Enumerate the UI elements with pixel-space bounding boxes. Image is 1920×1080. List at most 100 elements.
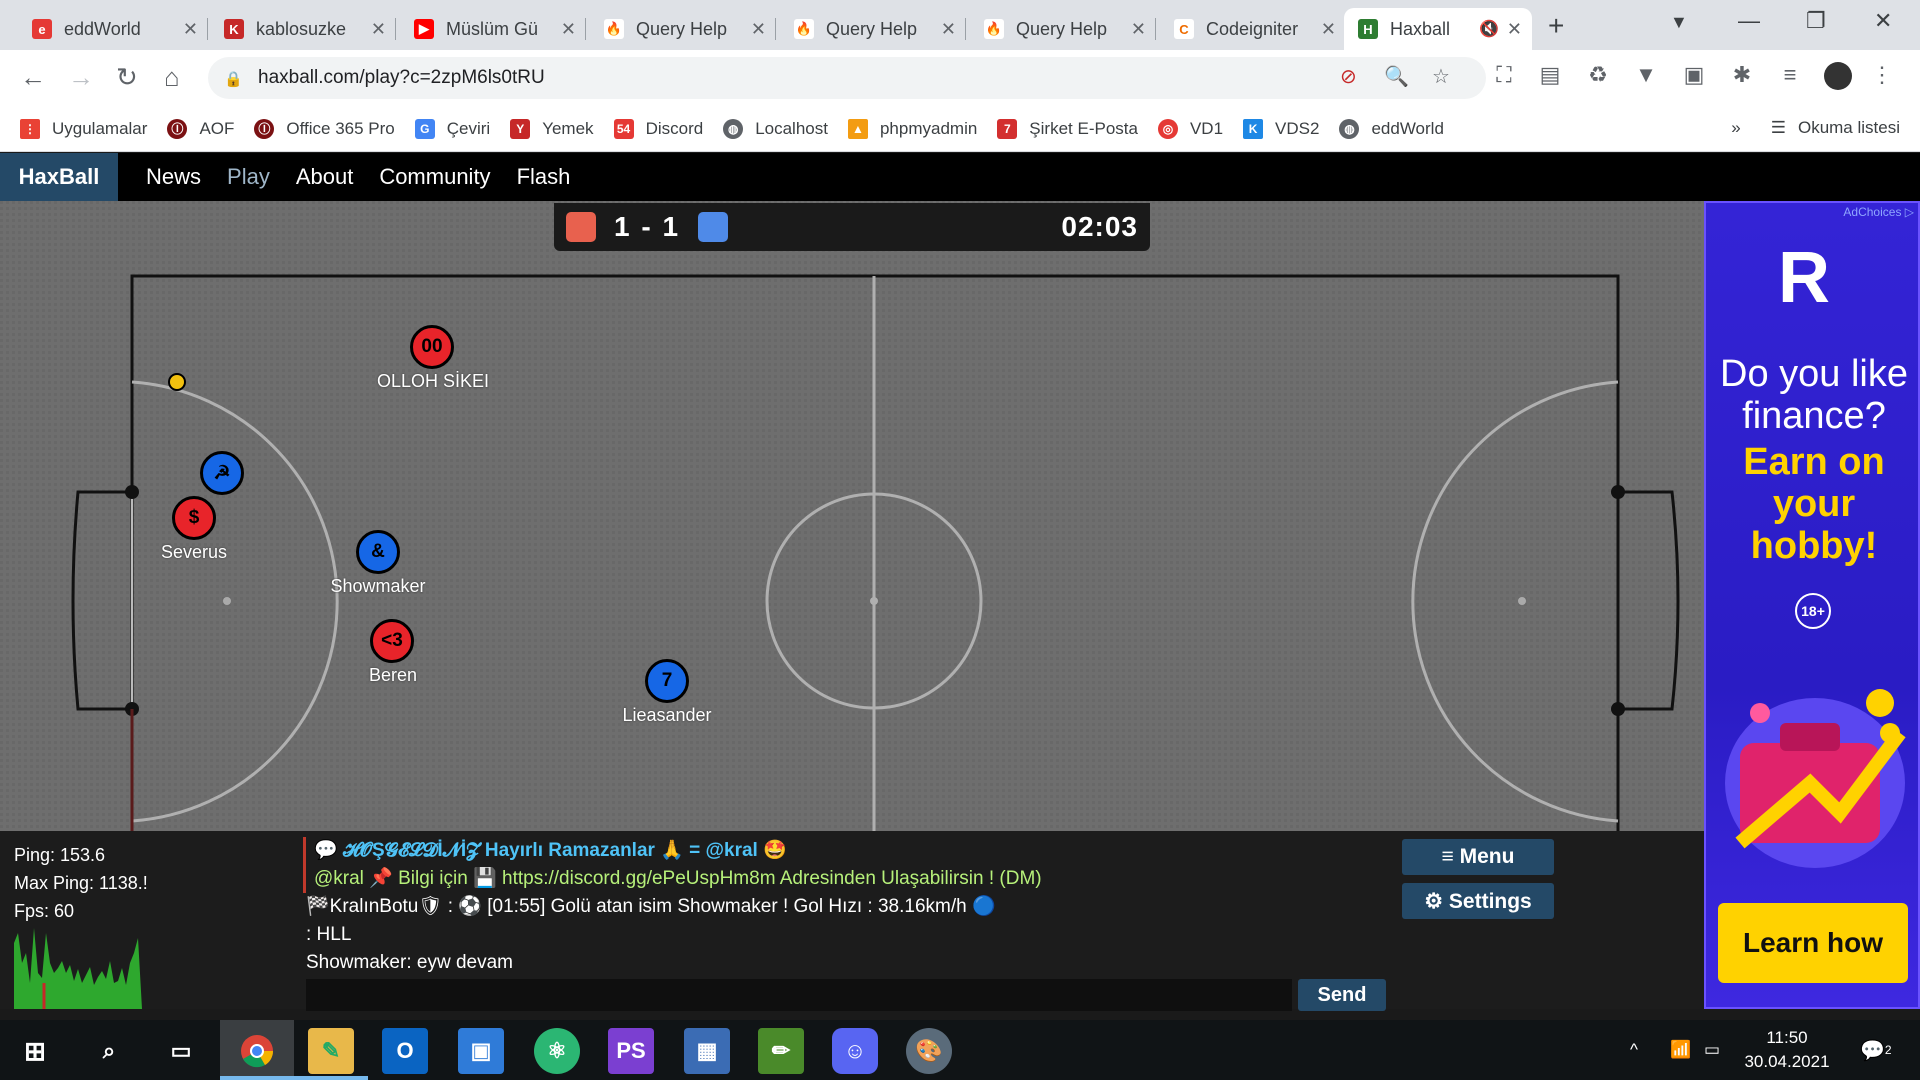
paint-icon[interactable]: ✏ [758,1028,804,1074]
battery-icon[interactable]: ▭ [1704,1020,1720,1080]
close-tab-icon[interactable]: ✕ [1321,19,1336,40]
home-icon[interactable]: ⌂ [164,62,180,93]
forward-arrow-icon[interactable]: → [68,62,94,93]
tab-query-help-3[interactable]: 🔥 Query Help ✕ [970,8,1156,50]
remote-desktop-icon[interactable]: ▣ [458,1028,504,1074]
close-tab-icon[interactable]: ✕ [1507,19,1522,40]
wifi-icon[interactable]: 📶 [1670,1020,1691,1080]
profile-avatar[interactable] [1824,62,1852,90]
close-tab-icon[interactable]: ✕ [941,19,956,40]
red-team-square [566,212,596,242]
bookmarks-right: » ☰ Okuma listesi [1731,118,1900,138]
max-ping-text: Max Ping: 1138.! [14,873,148,893]
send-button[interactable]: Send [1298,979,1386,1011]
bookmark-yemek[interactable]: Y Yemek [510,118,594,139]
task-view-icon[interactable]: ▭ [158,1028,204,1074]
restore-icon[interactable]: ❐ [1806,8,1826,34]
puzzle-extensions-icon[interactable]: ✱ [1728,62,1756,90]
tab-eddworld[interactable]: e eddWorld ✕ [18,8,208,50]
paint-palette-icon[interactable]: 🎨 [906,1028,952,1074]
muted-speaker-icon[interactable]: 🔇 [1479,19,1499,39]
search-icon[interactable]: ⌕ [86,1028,132,1074]
close-window-icon[interactable]: ✕ [1874,8,1892,34]
new-tab-plus-icon[interactable]: + [1548,10,1564,42]
zoom-icon[interactable]: 🔍 [1384,64,1409,89]
recycle-extension-icon[interactable]: ♻ [1584,62,1612,90]
tab-query-help-2[interactable]: 🔥 Query Help ✕ [780,8,966,50]
ping-text: Ping: 153.6 [14,845,106,865]
nav-about[interactable]: About [296,164,354,190]
nav-flash[interactable]: Flash [517,164,571,190]
more-bookmarks-chevron-icon[interactable]: » [1731,118,1740,138]
tab-haxball[interactable]: H Haxball 🔇 ✕ [1344,8,1532,50]
tab-muslum[interactable]: ▶ Müslüm Gü ✕ [400,8,586,50]
chrome-icon[interactable] [234,1028,280,1074]
back-arrow-icon[interactable]: ← [20,62,46,93]
bookmark-aof[interactable]: Ⓘ AOF [167,118,234,139]
notifications-icon[interactable]: 💬 2 [1860,1020,1892,1080]
address-bar[interactable]: 🔒 haxball.com/play?c=2zpM6ls0tRU [208,57,1486,99]
haxball-logo[interactable]: HaxBall [0,153,118,201]
bookmark-apps[interactable]: ⋮ Uygulamalar [20,118,147,139]
windows-start-icon[interactable]: ⊞ [12,1028,58,1074]
tab-query-help-1[interactable]: 🔥 Query Help ✕ [590,8,776,50]
nav-play[interactable]: Play [227,164,270,190]
screenshot-extension-icon[interactable]: ⛶ [1490,62,1518,90]
adchoices-link[interactable]: AdChoices ▷ [1843,205,1914,219]
discord-icon[interactable]: ☺ [832,1028,878,1074]
tab-codeigniter[interactable]: C Codeigniter ✕ [1160,8,1346,50]
bookmark-discord[interactable]: 54 Discord [613,118,703,139]
bookmark-vd1[interactable]: ◎ VD1 [1157,118,1223,139]
pitch [0,201,1704,831]
tab-search-icon[interactable]: ▼ [1670,12,1688,33]
tray-chevron-icon[interactable]: ^ [1630,1020,1638,1080]
note-extension-icon[interactable]: ▤ [1536,62,1564,90]
phpstorm-icon[interactable]: PS [608,1028,654,1074]
bookmark-office[interactable]: Ⓘ Office 365 Pro [254,118,395,139]
close-tab-icon[interactable]: ✕ [751,19,766,40]
file-explorer-app-icon[interactable]: ✎ [308,1028,354,1074]
file-manager-icon[interactable]: ▦ [684,1028,730,1074]
fps-text: Fps: 60 [14,901,75,921]
settings-button[interactable]: ⚙ Settings [1402,883,1554,919]
nav-news[interactable]: News [146,164,201,190]
bookmark-sirket-eposta[interactable]: 7 Şirket E-Posta [997,118,1138,139]
outlook-icon[interactable]: O [382,1028,428,1074]
kebab-menu-icon[interactable]: ⋮ [1868,62,1896,90]
chat-message: 💬 𝓗𝓞Ş𝓖𝓔𝓛𝓓İ𝓝İ𝓩 Hayırlı Ramazanlar 🙏 = @kr… [303,837,1366,865]
close-tab-icon[interactable]: ✕ [561,19,576,40]
game-canvas[interactable]: 00 OLLOH SİKEI ☭ $ Severus & Showmaker <… [0,201,1704,831]
close-tab-icon[interactable]: ✕ [371,19,386,40]
score-text: 1 - 1 [614,211,681,242]
kablosuz-favicon-icon: K [224,19,244,39]
bookmark-star-icon[interactable]: ☆ [1432,64,1450,89]
clock-time: 11:50 [1766,1028,1808,1047]
atom-icon[interactable]: ⚛ [534,1028,580,1074]
tab-title: Haxball [1390,18,1451,39]
menu-button[interactable]: ≡ Menu [1402,839,1554,875]
media-control-icon[interactable]: ≡ [1776,62,1804,90]
system-clock[interactable]: 11:50 30.04.2021 [1722,1026,1852,1074]
bookmark-ceviri[interactable]: G Çeviri [414,118,490,139]
minimize-icon[interactable]: — [1738,8,1760,34]
reload-icon[interactable]: ↻ [116,62,138,93]
advertisement[interactable]: AdChoices ▷ R Do you like finance? Earn … [1704,201,1920,1009]
chat-input[interactable] [306,979,1292,1011]
close-tab-icon[interactable]: ✕ [1131,19,1146,40]
browser-tabstrip: e eddWorld ✕ K kablosuzke ✕ ▶ Müslüm Gü … [0,0,1920,50]
tab-title: Query Help [826,18,918,39]
bookmark-eddworld[interactable]: ◍ eddWorld [1339,118,1444,139]
cast-blocked-icon[interactable]: ⊘ [1340,64,1357,89]
bookmark-phpmyadmin[interactable]: ▲ phpmyadmin [847,118,977,139]
bookmark-vds2[interactable]: K VDS2 [1243,118,1319,139]
nav-community[interactable]: Community [379,164,490,190]
chat-log: 💬 𝓗𝓞Ş𝓖𝓔𝓛𝓓İ𝓝İ𝓩 Hayırlı Ramazanlar 🙏 = @kr… [303,837,1366,977]
tab-kablosuz[interactable]: K kablosuzke ✕ [210,8,396,50]
bookmark-localhost[interactable]: ◍ Localhost [723,118,828,139]
close-tab-icon[interactable]: ✕ [183,19,198,40]
bookmark-label: Yemek [542,118,594,138]
reading-list-button[interactable]: Okuma listesi [1798,118,1900,138]
learn-how-button[interactable]: Learn how [1718,903,1908,983]
cast-extension-icon[interactable]: ▣ [1680,62,1708,90]
vue-extension-icon[interactable]: ▼ [1632,62,1660,90]
